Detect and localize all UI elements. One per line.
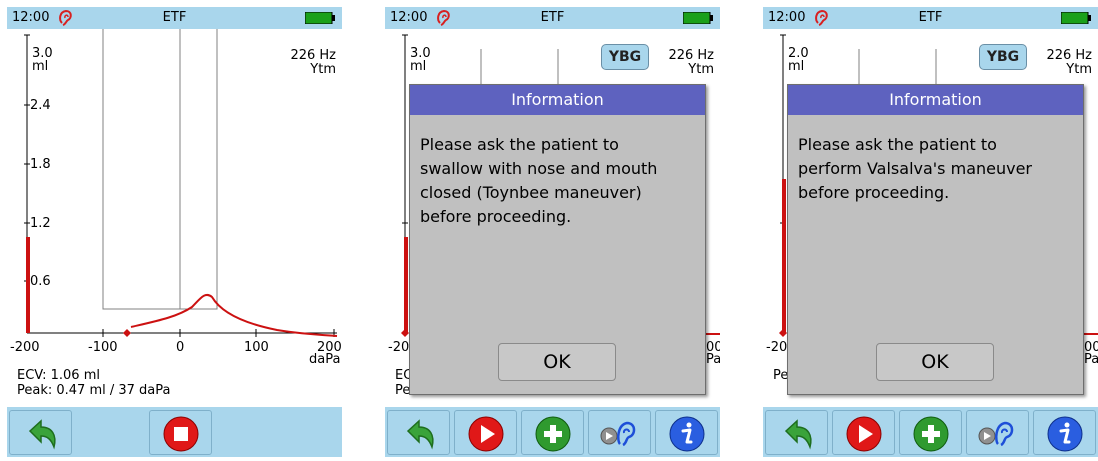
y-tick-label: 1.8 — [30, 157, 51, 172]
frequency-label: 226 Hz Ytm — [290, 49, 336, 77]
information-dialog: Information Please ask the patient to sw… — [409, 84, 706, 395]
status-title: ETF — [540, 10, 565, 25]
device-screen-1: 12:00 ETF 3.0 ml 2.4 1.8 1.2 0.6 -200 -1… — [7, 7, 342, 457]
play-icon — [468, 416, 504, 452]
info-button[interactable] — [655, 410, 718, 455]
x-tick-label: -200 — [10, 340, 40, 355]
play-button[interactable] — [832, 410, 895, 455]
frequency-label: 226 Hz Ytm — [1046, 49, 1092, 77]
dialog-message-line: before proceeding. — [420, 207, 572, 226]
x-tick-label: -100 — [88, 340, 118, 355]
component-label: Ytm — [310, 62, 336, 77]
dialog-message-line: Please ask the patient to — [798, 135, 997, 154]
y-tick-label: 1.2 — [30, 216, 51, 231]
dialog-title: Information — [788, 85, 1083, 115]
toolbar — [7, 407, 342, 457]
device-screen-2: 12:00 ETF 3.0 ml -20 00 Pa 226 Hz Ytm YB… — [385, 7, 720, 457]
status-bar: 12:00 ETF — [7, 7, 342, 29]
back-button[interactable] — [387, 410, 450, 455]
battery-icon — [1061, 12, 1091, 24]
frequency-label: 226 Hz Ytm — [668, 49, 714, 77]
chart-canvas — [24, 29, 338, 337]
information-dialog: Information Please ask the patient to pe… — [787, 84, 1084, 395]
ear-sound-button[interactable] — [588, 410, 651, 455]
ok-button[interactable]: OK — [498, 343, 616, 381]
status-title: ETF — [918, 10, 943, 25]
add-icon — [535, 416, 571, 452]
info-button[interactable] — [1033, 410, 1096, 455]
stop-icon — [163, 416, 199, 452]
y-unit-label: ml — [32, 59, 49, 74]
dialog-message-line: swallow with nose and mouth — [420, 159, 658, 178]
ear-sound-button[interactable] — [966, 410, 1029, 455]
play-icon — [846, 416, 882, 452]
tympanogram-curve — [130, 293, 338, 337]
x-tick-label: -20 — [766, 340, 788, 355]
x-tick-label: 100 — [244, 340, 269, 355]
back-arrow-icon — [784, 419, 812, 450]
pressure-window — [102, 29, 218, 310]
ear-sound-icon — [600, 421, 636, 447]
y-tick-label: 0.6 — [30, 274, 51, 289]
tympanogram-chart: 3.0 ml 2.4 1.8 1.2 0.6 -200 -100 0 100 2… — [7, 29, 342, 367]
back-button[interactable] — [9, 410, 72, 455]
add-icon — [913, 416, 949, 452]
dialog-message-line: Please ask the patient to — [420, 135, 619, 154]
play-button[interactable] — [454, 410, 517, 455]
y-unit-label: ml — [788, 59, 805, 74]
back-arrow-icon — [28, 419, 56, 450]
ok-button[interactable]: OK — [876, 343, 994, 381]
x-unit-label: Pa — [1084, 352, 1098, 367]
y-tick-label: 2.4 — [30, 98, 51, 113]
x-tick-label: -20 — [388, 340, 410, 355]
frequency-value: 226 Hz — [668, 48, 714, 63]
info-icon — [669, 416, 705, 452]
battery-icon — [305, 12, 335, 24]
ecv-bar — [782, 179, 786, 333]
back-arrow-icon — [406, 419, 434, 450]
back-button[interactable] — [765, 410, 828, 455]
frequency-value: 226 Hz — [1046, 48, 1092, 63]
info-icon — [1047, 416, 1083, 452]
ybg-button[interactable]: YBG — [979, 44, 1027, 70]
status-bar: 12:00 ETF — [763, 7, 1098, 29]
dialog-message: Please ask the patient to swallow with n… — [420, 133, 700, 229]
status-bar: 12:00 ETF — [385, 7, 720, 29]
x-unit-label: Pa — [706, 352, 720, 367]
device-screen-3: 12:00 ETF 2.0 ml -20 00 Pa 226 Hz Ytm YB… — [763, 7, 1098, 457]
ybg-button[interactable]: YBG — [601, 44, 649, 70]
start-marker — [123, 329, 131, 337]
x-unit-label: daPa — [309, 352, 341, 367]
dialog-message: Please ask the patient to perform Valsal… — [798, 133, 1078, 205]
add-button[interactable] — [899, 410, 962, 455]
x-tick-label: 0 — [176, 340, 185, 355]
dialog-title: Information — [410, 85, 705, 115]
component-label: Ytm — [1066, 62, 1092, 77]
component-label: Ytm — [688, 62, 714, 77]
toolbar — [763, 407, 1098, 457]
status-title: ETF — [162, 10, 187, 25]
ecv-readout: ECV: 1.06 ml — [17, 368, 100, 383]
dialog-message-line: before proceeding. — [798, 183, 950, 202]
dialog-message-line: closed (Toynbee maneuver) — [420, 183, 642, 202]
ear-sound-icon — [978, 421, 1014, 447]
peak-readout: Peak: 0.47 ml / 37 daPa — [17, 383, 171, 398]
dialog-message-line: perform Valsalva's maneuver — [798, 159, 1033, 178]
ecv-bar — [404, 237, 408, 333]
toolbar — [385, 407, 720, 457]
y-unit-label: ml — [410, 59, 427, 74]
add-button[interactable] — [521, 410, 584, 455]
frequency-value: 226 Hz — [290, 48, 336, 63]
stop-button[interactable] — [149, 410, 212, 455]
battery-icon — [683, 12, 713, 24]
